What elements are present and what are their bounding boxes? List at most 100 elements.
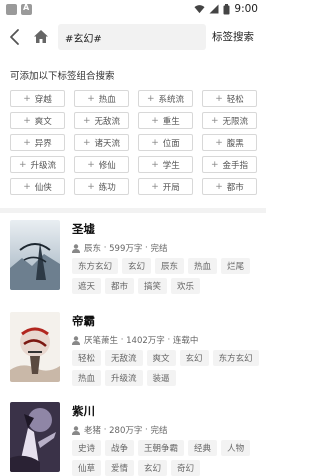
book-cover	[10, 312, 60, 382]
book-tag[interactable]: 爽文	[146, 350, 176, 366]
plus-icon: +	[215, 93, 223, 104]
status-bar: 9:00	[0, 0, 266, 20]
book-tag[interactable]: 无敌流	[105, 350, 143, 366]
book-tag[interactable]: 辰东	[155, 258, 185, 274]
tag-chip[interactable]: + 仙侠	[10, 178, 65, 195]
tag-chip[interactable]: + 金手指	[202, 156, 257, 173]
plus-icon: +	[82, 115, 91, 126]
tag-chip[interactable]: + 异界	[10, 134, 65, 151]
plus-icon: +	[146, 93, 155, 104]
book-tag[interactable]: 搞笑	[138, 278, 168, 294]
book-title: 帝霸	[72, 314, 95, 328]
home-button[interactable]	[32, 28, 50, 46]
tag-chip[interactable]: + 练功	[74, 178, 129, 195]
tag-label: 穿越	[34, 94, 52, 105]
tag-chip[interactable]: + 位面	[138, 134, 193, 151]
book-tag[interactable]: 爱情	[105, 460, 135, 476]
tag-chip[interactable]: + 轻松	[202, 90, 257, 107]
book-tag[interactable]: 遮天	[72, 278, 102, 294]
book-status: 连载中	[172, 336, 199, 346]
book-status: 完结	[150, 426, 168, 436]
notification-icon	[6, 4, 17, 15]
tag-label: 腹黑	[226, 138, 244, 149]
book-tag[interactable]: 装逼	[146, 370, 176, 386]
section-divider	[0, 208, 266, 213]
status-left-icons	[6, 3, 32, 15]
tag-label: 重生	[162, 116, 180, 127]
tag-label: 诸天流	[94, 138, 121, 149]
tag-chip[interactable]: + 穿越	[10, 90, 65, 107]
book-tag[interactable]: 东方玄幻	[212, 350, 259, 366]
book-status: 完结	[150, 244, 168, 254]
tag-section-title: 可添加以下标签组合搜索	[10, 71, 115, 82]
search-header: 标签搜索	[0, 22, 266, 52]
tag-chip[interactable]: + 无限流	[202, 112, 257, 129]
tag-label: 爽文	[34, 116, 52, 127]
tag-label: 位面	[162, 138, 180, 149]
book-tag[interactable]: 烂尾	[221, 258, 251, 274]
home-icon	[34, 30, 48, 43]
book-cover	[10, 220, 60, 290]
tag-label: 练功	[98, 182, 116, 193]
plus-icon: +	[87, 181, 95, 192]
tag-chip[interactable]: + 腹黑	[202, 134, 257, 151]
tag-label: 热血	[98, 94, 116, 105]
book-item[interactable]: 紫川 老猪 · 280万字 · 完结 史诗 战争 王朝争霸 经典 人物 仙草 爱…	[0, 402, 266, 476]
tag-chip[interactable]: + 重生	[138, 112, 193, 129]
plus-icon: +	[23, 181, 31, 192]
book-tag[interactable]: 升级流	[105, 370, 143, 386]
tag-chip[interactable]: + 学生	[138, 156, 193, 173]
plus-icon: +	[151, 137, 159, 148]
tag-chip[interactable]: + 诸天流	[74, 134, 129, 151]
tag-chip[interactable]: + 都市	[202, 178, 257, 195]
book-tag[interactable]: 欢乐	[171, 278, 201, 294]
tag-chip[interactable]: + 无敌流	[74, 112, 129, 129]
tag-label: 学生	[162, 160, 180, 171]
tag-chip[interactable]: + 系统流	[138, 90, 193, 107]
book-word-count: 280万字	[109, 426, 143, 436]
book-author: 辰东	[84, 244, 102, 254]
book-tag[interactable]: 经典	[188, 440, 218, 456]
book-tag[interactable]: 史诗	[72, 440, 102, 456]
tag-chip[interactable]: + 热血	[74, 90, 129, 107]
tag-chip[interactable]: + 修仙	[74, 156, 129, 173]
book-tag[interactable]: 人物	[221, 440, 251, 456]
tag-label: 开局	[162, 182, 180, 193]
book-tag[interactable]: 都市	[105, 278, 135, 294]
book-word-count: 1402万字	[126, 336, 165, 346]
book-tag[interactable]: 玄幻	[122, 258, 152, 274]
tag-chip[interactable]: + 开局	[138, 178, 193, 195]
back-button[interactable]	[8, 28, 24, 46]
plus-icon: +	[210, 159, 219, 170]
tag-label: 修仙	[98, 160, 116, 171]
book-item[interactable]: 帝霸 厌笔萧生 · 1402万字 · 连载中 轻松 无敌流 爽文 玄幻 东方玄幻…	[0, 312, 266, 404]
book-title: 圣墟	[72, 222, 95, 236]
book-tag[interactable]: 战争	[105, 440, 135, 456]
book-tag[interactable]: 玄幻	[138, 460, 168, 476]
book-item[interactable]: 圣墟 辰东 · 599万字 · 完结 东方玄幻 玄幻 辰东 热血 烂尾 遮天 都…	[0, 220, 266, 312]
tag-label: 金手指	[222, 160, 249, 171]
book-tag[interactable]: 王朝争霸	[138, 440, 185, 456]
tag-label: 都市	[226, 182, 244, 193]
book-tag[interactable]: 玄幻	[179, 350, 209, 366]
book-meta: 厌笔萧生 · 1402万字 · 连载中	[72, 334, 198, 346]
tag-search-button[interactable]: 标签搜索	[212, 29, 254, 44]
tag-grid: + 穿越 + 热血 + 系统流 + 轻松 + 爽文 + 无敌流 + 重生 + 无限流 + 异界 +…	[10, 90, 258, 195]
book-tag[interactable]: 东方玄幻	[72, 258, 119, 274]
search-input[interactable]	[65, 24, 203, 50]
book-tag[interactable]: 轻松	[72, 350, 102, 366]
plus-icon: +	[151, 181, 159, 192]
book-tag[interactable]: 热血	[72, 370, 102, 386]
book-tag[interactable]: 仙草	[72, 460, 102, 476]
book-tag-list: 东方玄幻 玄幻 辰东 热血 烂尾 遮天 都市 搞笑 欢乐	[72, 258, 262, 294]
plus-icon: +	[215, 137, 223, 148]
book-tag[interactable]: 奇幻	[171, 460, 201, 476]
plus-icon: +	[215, 181, 223, 192]
plus-icon: +	[23, 93, 31, 104]
plus-icon: +	[151, 159, 159, 170]
plus-icon: +	[23, 137, 31, 148]
book-author: 厌笔萧生	[84, 336, 119, 346]
book-tag[interactable]: 热血	[188, 258, 218, 274]
tag-chip[interactable]: + 爽文	[10, 112, 65, 129]
tag-chip[interactable]: + 升级流	[10, 156, 65, 173]
